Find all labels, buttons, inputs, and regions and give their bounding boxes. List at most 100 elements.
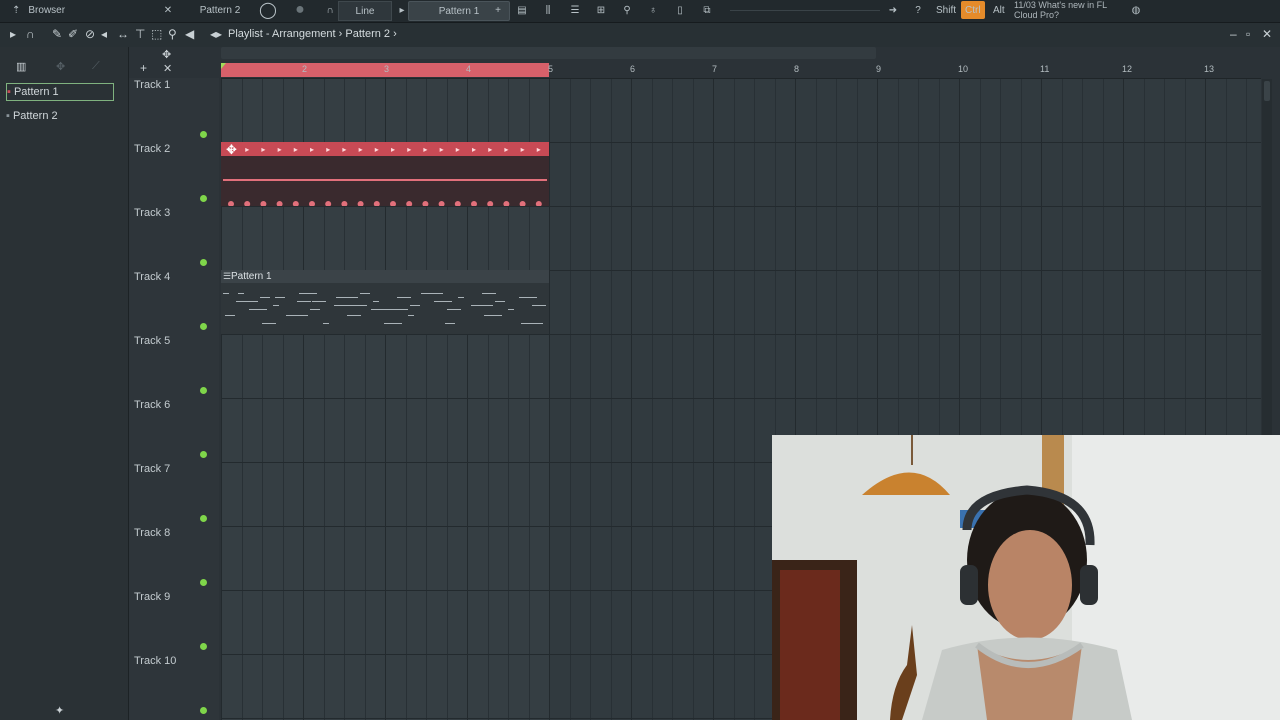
clip-menu-icon[interactable]: ☰ xyxy=(223,270,231,283)
mute-icon[interactable]: ◂ xyxy=(101,27,107,41)
help-icon[interactable]: ? xyxy=(908,1,928,19)
ruler-bar: 5 xyxy=(548,64,554,74)
track-label[interactable]: Track 6 xyxy=(134,399,170,411)
playlist-icon[interactable]: ▤ xyxy=(512,1,532,19)
picker-add-icon[interactable]: ✦ xyxy=(55,704,64,717)
slice-icon[interactable]: ⊤ xyxy=(135,27,145,41)
pattern-clip[interactable]: ▸ ▸ ▸ ▸ ▸ ▸ ▸ ▸ ▸ ▸ ▸ ▸ ▸ ▸ ▸ ▸ ▸ ▸ ▸ ▸ xyxy=(221,142,549,206)
grid-line xyxy=(611,79,612,720)
pitch-knob-icon[interactable]: ● xyxy=(290,1,310,19)
piano-roll-icon[interactable]: ⊞ xyxy=(591,1,611,19)
note-mark xyxy=(535,201,542,206)
track-mute-dot[interactable] xyxy=(200,131,207,138)
window-arrow-icon[interactable]: ◂▸ xyxy=(210,27,222,41)
playhead-marker[interactable] xyxy=(221,63,226,69)
ruler-bar: 13 xyxy=(1204,64,1215,74)
magnet-icon[interactable]: ∩ xyxy=(320,1,340,19)
note-mark xyxy=(471,305,493,306)
note-mark xyxy=(406,201,413,206)
note-mark: ▸ xyxy=(261,145,265,154)
note-mark xyxy=(310,309,320,310)
minimize-icon[interactable]: – xyxy=(1230,27,1237,41)
track-label[interactable]: Track 1 xyxy=(134,79,170,91)
clip-header[interactable]: ☰ Pattern 1 xyxy=(221,270,549,283)
automation-icon[interactable]: ✥ xyxy=(56,60,65,73)
note-mark xyxy=(273,305,279,306)
track-label[interactable]: Track 8 xyxy=(134,527,170,539)
horizontal-scrollbar[interactable] xyxy=(221,47,876,59)
ruler-bar: 11 xyxy=(1040,64,1050,74)
track-label[interactable]: Track 5 xyxy=(134,335,170,347)
pattern-clip[interactable]: ☰ Pattern 1 xyxy=(221,270,549,334)
grid-line xyxy=(734,79,735,720)
pattern-tab[interactable]: Pattern 2 xyxy=(198,1,242,19)
track-label[interactable]: Track 3 xyxy=(134,207,170,219)
zoom-icon[interactable]: ⚲ xyxy=(168,27,177,41)
brush-icon[interactable]: ✐ xyxy=(68,27,78,41)
track-mute-dot[interactable] xyxy=(200,195,207,202)
maximize-icon[interactable]: ▫ xyxy=(1246,27,1250,41)
track-label[interactable]: Track 10 xyxy=(134,655,176,667)
note-mark xyxy=(262,323,276,324)
note-mark xyxy=(445,323,455,324)
add-pattern-icon[interactable]: + xyxy=(488,1,508,19)
stamp-icon[interactable]: ⧉ xyxy=(697,1,717,19)
track-mute-dot[interactable] xyxy=(200,515,207,522)
snap-select[interactable]: Line xyxy=(338,1,392,21)
breadcrumb-pattern[interactable]: Pattern 2 xyxy=(345,28,390,40)
clip-note-marks xyxy=(223,293,546,324)
alt-key[interactable]: Alt xyxy=(989,1,1009,19)
news-hint[interactable]: 11/03 What's new in FL Cloud Pro? xyxy=(1014,0,1114,20)
note-mark xyxy=(299,293,317,294)
menu-arrow-icon[interactable]: ▸ xyxy=(10,27,16,41)
ruler-bar: 12 xyxy=(1122,64,1133,74)
track-mute-dot[interactable] xyxy=(200,707,207,714)
track-label[interactable]: Track 7 xyxy=(134,463,170,475)
globe-icon[interactable]: ◍ xyxy=(1126,1,1146,19)
track-mute-dot[interactable] xyxy=(200,579,207,586)
note-mark xyxy=(503,201,510,206)
remove-icon[interactable]: ✕ xyxy=(163,62,172,75)
close-icon[interactable]: ✕ xyxy=(158,1,178,19)
pencil-icon[interactable]: ✎ xyxy=(52,27,62,41)
arrow-right-icon[interactable]: ➜ xyxy=(883,1,903,19)
move-icon[interactable]: ✥ xyxy=(162,48,171,61)
shift-key[interactable]: Shift xyxy=(932,1,960,19)
audio-icon[interactable]: ⟋ xyxy=(92,60,100,73)
mixer-icon[interactable]: ⫼ xyxy=(538,1,558,19)
playlist-toolbar: ▸ ∩ ✎ ✐ ⊘ ◂ ↔ ⊤ ⬚ ⚲ ◀ ◂▸ Playlist - Arra… xyxy=(0,23,1280,47)
move-cursor-icon: ✥ xyxy=(226,142,237,157)
note-mark xyxy=(532,305,546,306)
note-mark xyxy=(347,315,361,316)
grid-line xyxy=(570,79,571,720)
track-mute-dot[interactable] xyxy=(200,323,207,330)
browser-header[interactable]: ⇡ Browser xyxy=(12,1,92,19)
delete-icon[interactable]: ⊘ xyxy=(85,27,95,41)
close-window-icon[interactable]: ✕ xyxy=(1262,27,1272,41)
magnet-snap-icon[interactable]: ∩ xyxy=(26,27,35,41)
ruler-bar: 7 xyxy=(712,64,718,74)
add-track-icon[interactable]: + xyxy=(140,61,147,75)
mic-icon[interactable]: ♁ xyxy=(643,1,663,19)
track-mute-dot[interactable] xyxy=(200,643,207,650)
select-icon[interactable]: ⬚ xyxy=(151,27,162,41)
track-label[interactable]: Track 2 xyxy=(134,143,170,155)
channel-rack-icon[interactable]: ☰ xyxy=(565,1,585,19)
plugin-icon[interactable]: ⚲ xyxy=(617,1,637,19)
track-mute-dot[interactable] xyxy=(200,259,207,266)
track-mute-dot[interactable] xyxy=(200,451,207,458)
piano-icon[interactable]: ▥ xyxy=(16,60,26,73)
track-mute-dot[interactable] xyxy=(200,387,207,394)
scroll-thumb[interactable] xyxy=(1264,81,1270,101)
project-icon[interactable]: ▯ xyxy=(670,1,690,19)
picker-item-pattern-1[interactable]: ▪ Pattern 1 xyxy=(6,83,114,101)
track-label[interactable]: Track 9 xyxy=(134,591,170,603)
arrow-up-icon[interactable]: ⇡ xyxy=(12,5,20,16)
track-label[interactable]: Track 4 xyxy=(134,271,170,283)
playback-icon[interactable]: ◀ xyxy=(185,27,194,41)
tempo-knob-icon[interactable]: ◯ xyxy=(258,1,278,19)
snap-value: Line xyxy=(355,5,375,17)
slip-icon[interactable]: ↔ xyxy=(117,27,129,41)
picker-item-pattern-2[interactable]: ▪ Pattern 2 xyxy=(6,108,112,124)
ctrl-key[interactable]: Ctrl xyxy=(961,1,985,19)
